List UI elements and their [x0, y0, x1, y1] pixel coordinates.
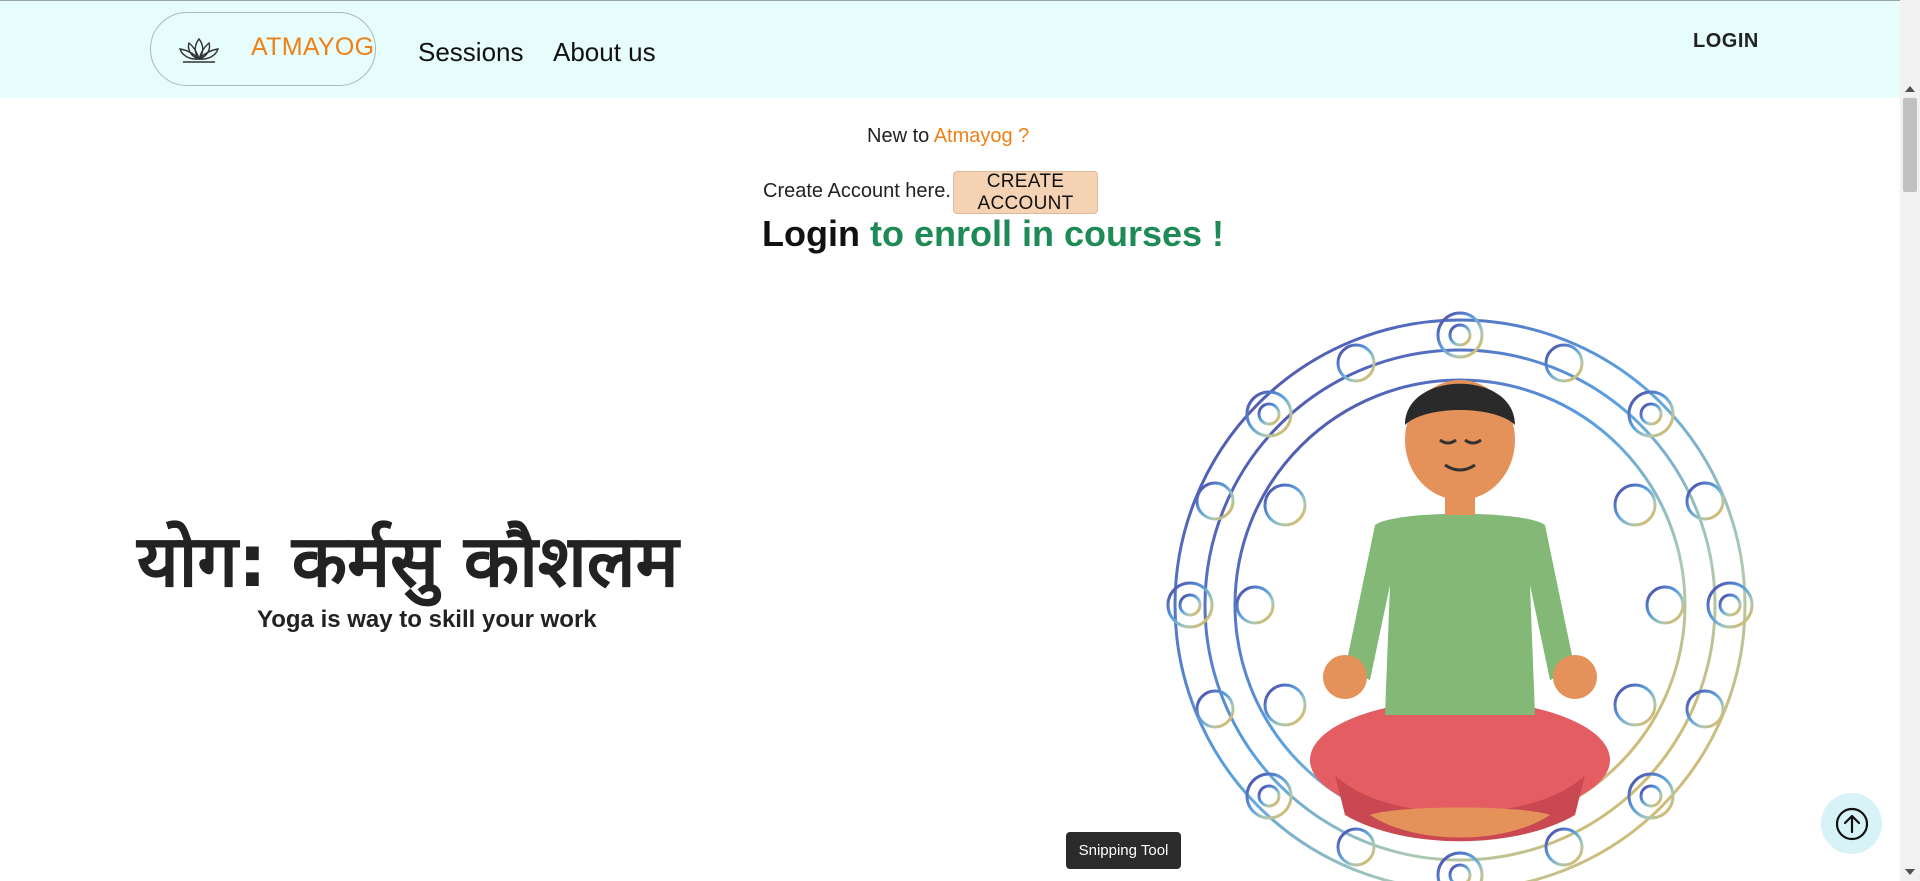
- snipping-tool-tooltip: Snipping Tool: [1066, 832, 1181, 869]
- arrow-up-circle-icon: [1835, 807, 1869, 841]
- scroll-to-top-button[interactable]: [1821, 793, 1882, 854]
- new-to-text: New to: [867, 125, 934, 147]
- login-heading-prefix: Login: [762, 213, 870, 254]
- lotus-logo-icon: [178, 37, 220, 63]
- scrollbar-thumb[interactable]: [1903, 98, 1917, 192]
- hero-sanskrit-title: योग: कर्मसु कौशलम: [137, 519, 679, 603]
- brand-logo-link[interactable]: ATMAYOG: [150, 12, 376, 86]
- brand-name: ATMAYOG: [251, 33, 375, 61]
- login-link[interactable]: LOGIN: [1693, 30, 1759, 53]
- new-user-prompt: New to Atmayog ?: [867, 125, 1029, 148]
- scroll-up-arrow-icon[interactable]: [1905, 86, 1915, 92]
- navbar: ATMAYOG Sessions About us LOGIN: [0, 0, 1900, 98]
- create-account-text: Create Account here.: [763, 180, 951, 202]
- page-scrollbar[interactable]: [1900, 0, 1920, 881]
- new-to-brand: Atmayog ?: [933, 125, 1030, 147]
- create-account-button[interactable]: CREATE ACCOUNT: [953, 171, 1098, 214]
- nav-link-about-us[interactable]: About us: [553, 37, 656, 68]
- login-heading-highlight: to enroll in courses !: [869, 213, 1225, 254]
- hero-subtitle: Yoga is way to skill your work: [257, 606, 597, 633]
- meditation-illustration: [1166, 311, 1754, 881]
- login-heading: Login to enroll in courses !: [762, 213, 1224, 255]
- scroll-down-arrow-icon[interactable]: [1905, 869, 1915, 875]
- nav-link-sessions[interactable]: Sessions: [418, 37, 524, 68]
